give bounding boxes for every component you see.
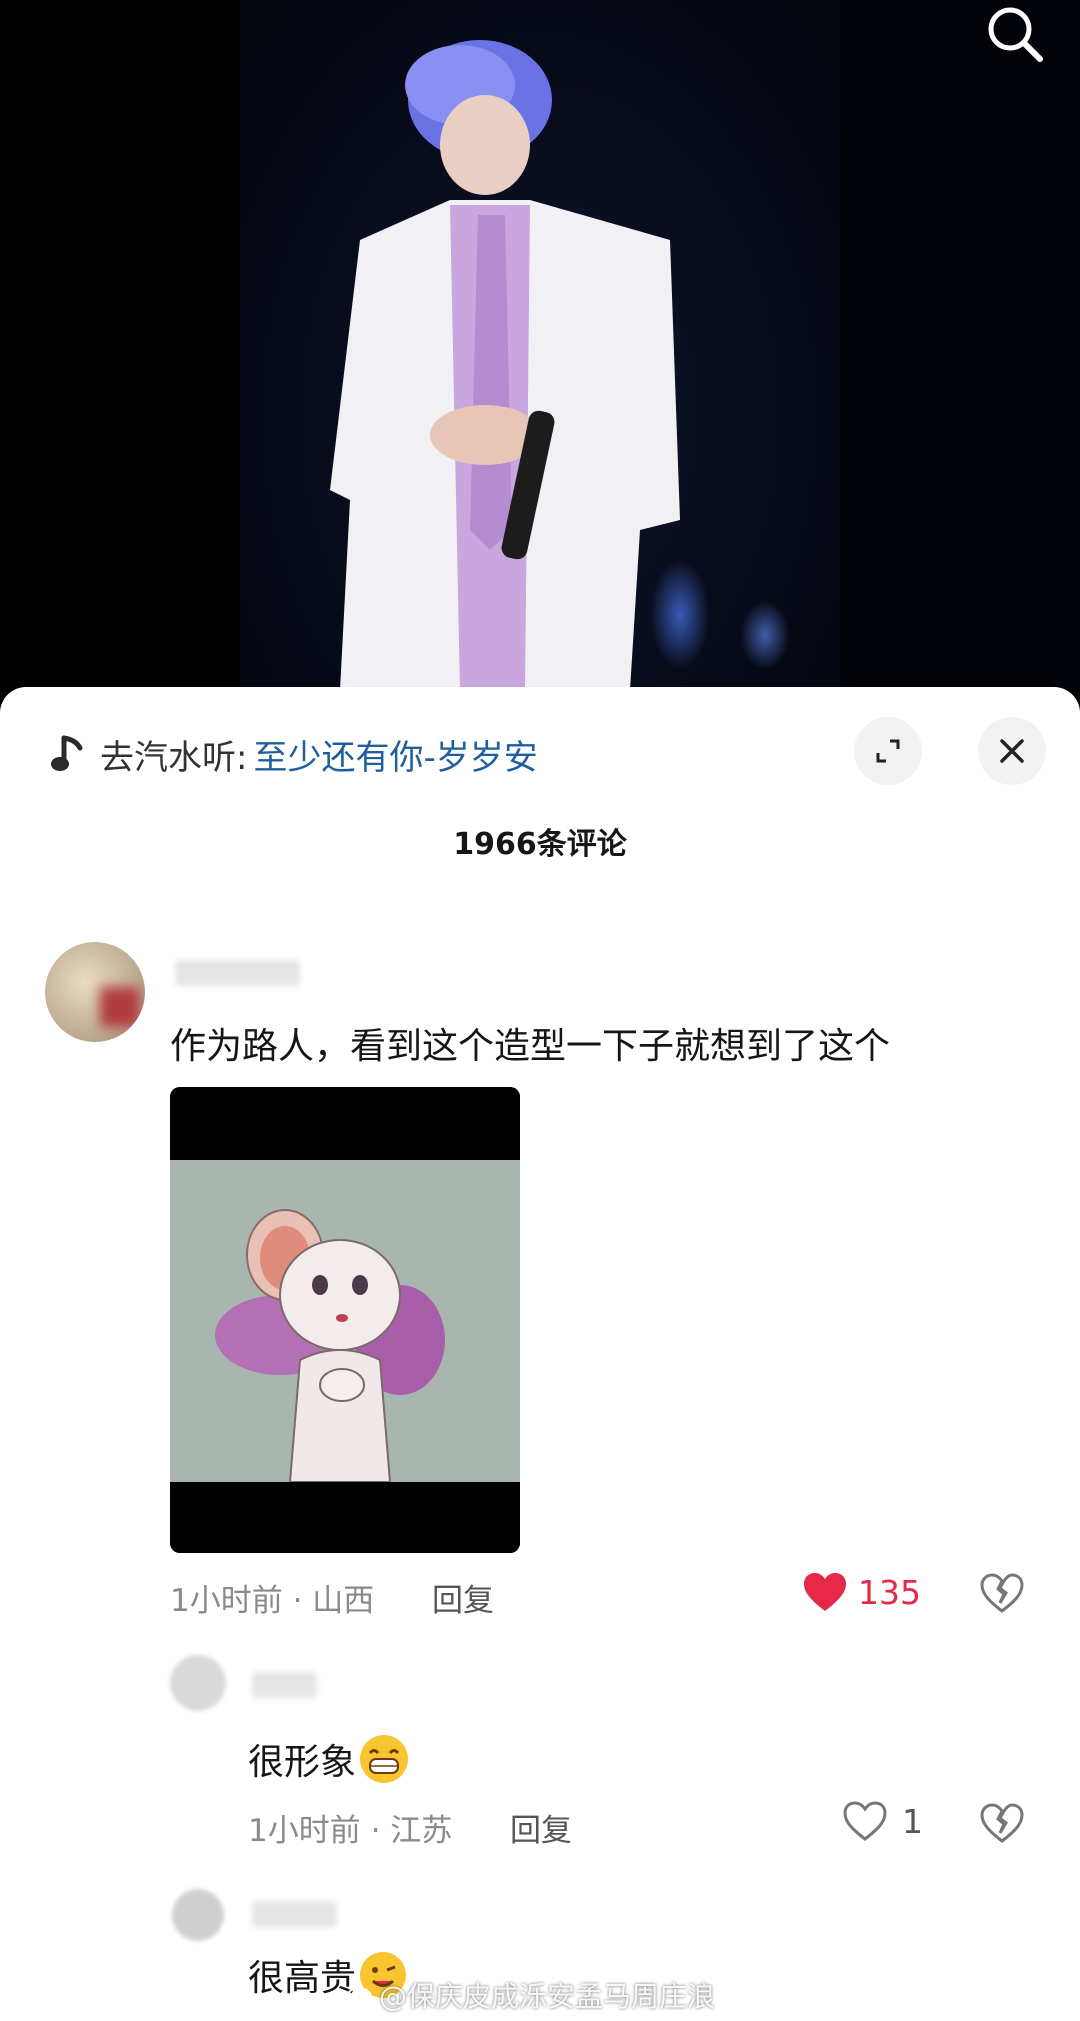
broken-heart-icon (980, 1573, 1024, 1613)
reply-button[interactable]: 回复 (510, 1805, 572, 1850)
like-button[interactable]: 1 (842, 1800, 923, 1842)
close-icon (1000, 739, 1024, 763)
reply-text: 很高贵 (248, 1958, 357, 1999)
close-button[interactable] (978, 717, 1046, 785)
reply-button[interactable]: 回复 (432, 1575, 494, 1620)
comment-image[interactable] (170, 1087, 520, 1553)
watermark-text: @保庆皮成泺安孟马周庄浪 (379, 1980, 716, 2013)
avatar[interactable] (45, 942, 145, 1042)
like-count: 135 (858, 1572, 921, 1612)
reply-text: 很形象 (248, 1742, 357, 1783)
song-link[interactable]: 至少还有你-岁岁安 (253, 730, 537, 779)
image-letterbox-top (170, 1087, 520, 1160)
stage-light (740, 600, 790, 670)
reply-avatar[interactable] (170, 1655, 226, 1711)
reply-text-row: 很形象 (248, 1733, 410, 1785)
music-note-icon (51, 735, 83, 771)
expand-icon (876, 739, 900, 763)
comment-text: 作为路人，看到这个造型一下子就想到了这个 (170, 1026, 891, 1067)
reply-username[interactable] (252, 1672, 317, 1698)
image-letterbox-bottom (170, 1482, 520, 1553)
like-button[interactable]: 135 (802, 1571, 921, 1613)
image-content (170, 1160, 520, 1483)
watermark: @保庆皮成泺安孟马周庄浪 (345, 1975, 715, 2015)
heart-outline-icon (843, 1801, 887, 1841)
reply-meta: 1小时前 · 江苏 (248, 1813, 453, 1849)
search-icon (988, 7, 1043, 62)
music-link-row[interactable]: 去汽水听: 至少还有你-岁岁安 (50, 729, 538, 779)
username[interactable] (175, 960, 300, 986)
stage-background-right (840, 0, 1080, 690)
expand-button[interactable] (854, 717, 922, 785)
stage-light (650, 560, 710, 670)
broken-heart-icon (980, 1803, 1024, 1843)
comment-meta: 1小时前 · 山西 (170, 1583, 375, 1619)
dislike-button[interactable] (980, 1803, 1024, 1847)
stage-background-left (0, 0, 240, 690)
dislike-button[interactable] (980, 1573, 1024, 1617)
cartoon-mouse-image (215, 1209, 445, 1483)
like-count: 1 (902, 1801, 923, 1841)
video-player[interactable] (0, 0, 1080, 690)
weibo-icon (346, 1987, 372, 2007)
heart-filled-icon (804, 1573, 846, 1611)
music-prefix-label: 去汽水听: (100, 737, 248, 778)
search-button[interactable] (975, 0, 1055, 70)
grin-emoji (360, 1735, 409, 1783)
comments-count-title: 1966条评论 (453, 827, 627, 862)
reply-username[interactable] (252, 1901, 337, 1927)
comments-sheet: 去汽水听: 至少还有你-岁岁安 1966条评论 作为路人，看到这个造型一下子就想… (0, 687, 1080, 2021)
reply-avatar[interactable] (172, 1889, 224, 1941)
